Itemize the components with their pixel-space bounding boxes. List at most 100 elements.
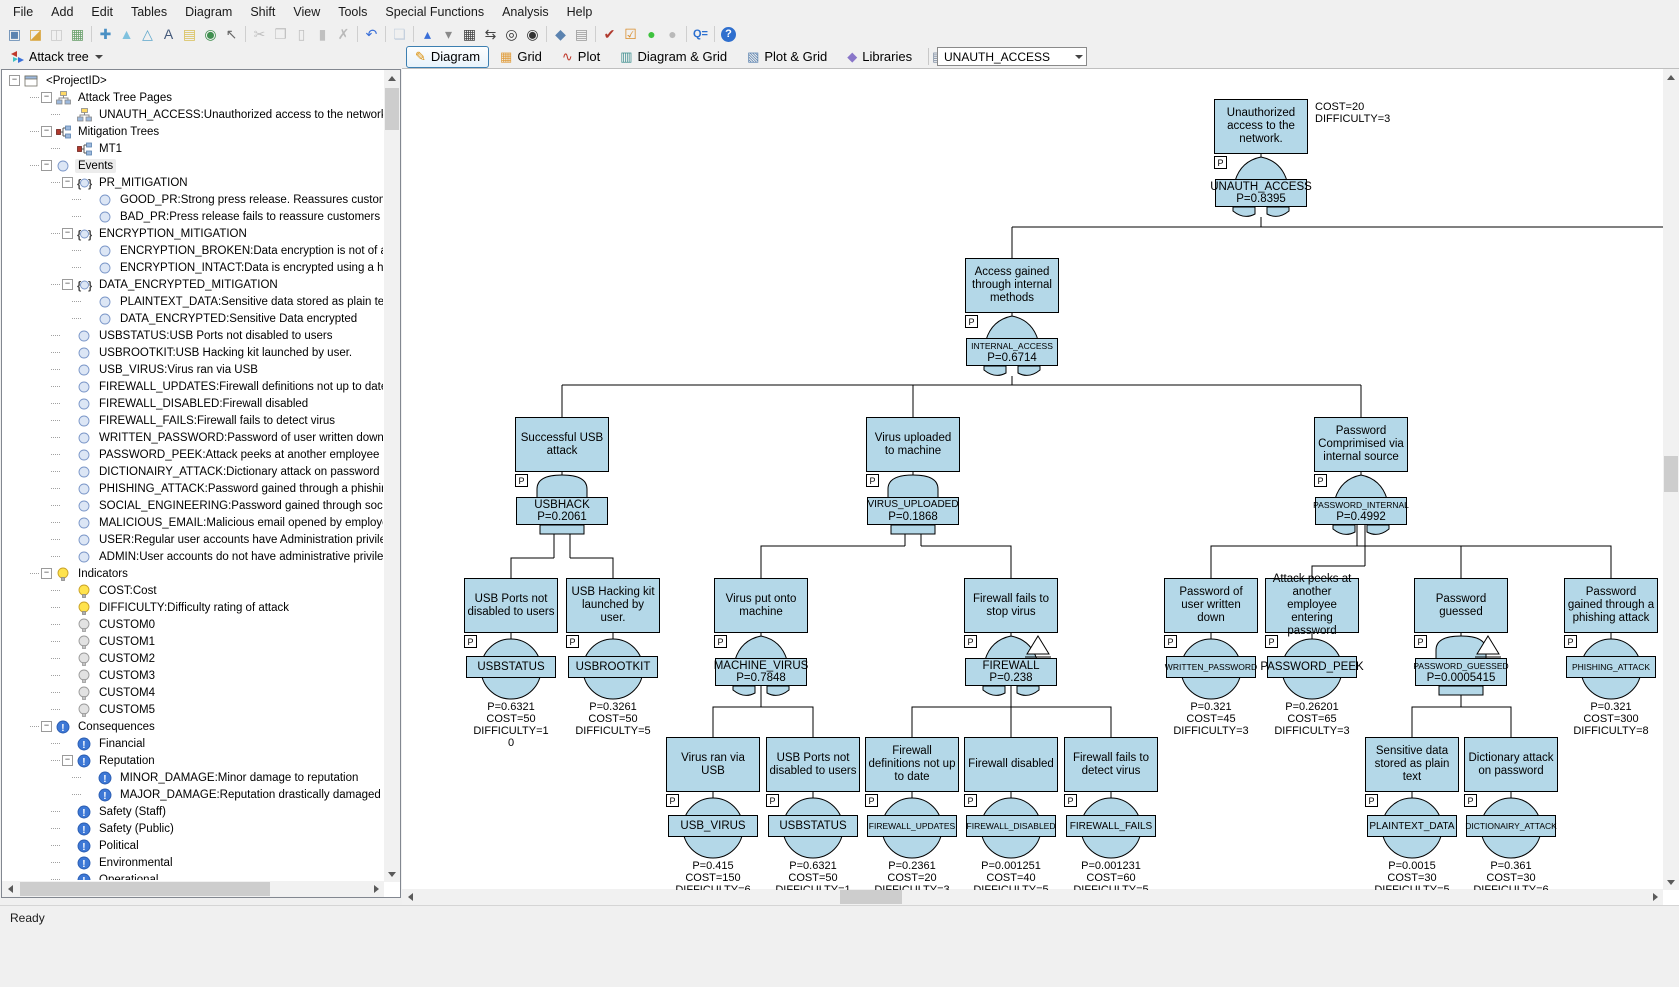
scroll-left-button[interactable] bbox=[2, 881, 18, 897]
scrollbar-thumb[interactable] bbox=[1664, 456, 1678, 492]
scroll-up-button[interactable] bbox=[1663, 69, 1679, 85]
add-or-gate-icon[interactable]: △ bbox=[137, 24, 158, 44]
p-indicator-WRITTEN_PASSWORD[interactable]: P bbox=[1164, 635, 1177, 648]
collapse-toggle-icon[interactable]: − bbox=[41, 126, 52, 137]
scroll-left-button[interactable] bbox=[402, 889, 418, 905]
tree-item-data-encrypted[interactable]: DATA_ENCRYPTED:Sensitive Data encrypted bbox=[3, 310, 383, 327]
tree-item-bad-pr[interactable]: BAD_PR:Press release fails to reassure c… bbox=[3, 208, 383, 225]
scrollbar-thumb[interactable] bbox=[840, 890, 902, 904]
menu-view[interactable]: View bbox=[284, 2, 329, 22]
table-grid-icon[interactable]: ▦ bbox=[459, 24, 480, 44]
menu-diagram[interactable]: Diagram bbox=[176, 2, 241, 22]
node-desc-INTERNAL_ACCESS[interactable]: Access gained through internal methods bbox=[965, 258, 1059, 313]
node-desc-FIREWALL_DISABLED[interactable]: Firewall disabled bbox=[964, 737, 1058, 792]
event-label-USBSTATUS_1[interactable]: USBSTATUS bbox=[466, 656, 556, 678]
tab-grid[interactable]: ▦Grid bbox=[491, 46, 551, 68]
gray-pin-icon[interactable]: ● bbox=[662, 24, 683, 44]
node-desc-PLAINTEXT_DATA[interactable]: Sensitive data stored as plain text bbox=[1365, 737, 1459, 792]
p-indicator-INTERNAL_ACCESS[interactable]: P bbox=[965, 315, 978, 328]
attack-tree-canvas[interactable]: Unauthorized access to the network. P UNAU… bbox=[402, 69, 1663, 890]
tree-item-major-damage[interactable]: !MAJOR_DAMAGE:Reputation drastically dam… bbox=[3, 786, 383, 803]
gate-label-UNAUTH_ACCESS[interactable]: UNAUTH_ACCESSP=0.8395 bbox=[1215, 179, 1307, 207]
tree-item-firewall-fails[interactable]: FIREWALL_FAILS:Firewall fails to detect … bbox=[3, 412, 383, 429]
tree-item-mt1[interactable]: MT1 bbox=[3, 140, 383, 157]
tree-item-password-peek[interactable]: PASSWORD_PEEK:Attack peeks at another em… bbox=[3, 446, 383, 463]
tree-item-encryption-mitigation[interactable]: −{}ENCRYPTION_MITIGATION bbox=[3, 225, 383, 242]
tree-item-cost[interactable]: COST:Cost bbox=[3, 582, 383, 599]
menu-add[interactable]: Add bbox=[42, 2, 82, 22]
node-desc-FIREWALL[interactable]: Firewall fails to stop virus bbox=[964, 578, 1058, 633]
tree-item--projectid-[interactable]: −<ProjectID> bbox=[3, 72, 383, 89]
tree-item-reputation[interactable]: −!Reputation bbox=[3, 752, 383, 769]
align-bottom-icon[interactable]: ▾ bbox=[438, 24, 459, 44]
p-indicator-DICTIONAIRY_ATTACK[interactable]: P bbox=[1464, 794, 1477, 807]
memo-icon[interactable]: ▤ bbox=[571, 24, 592, 44]
combo-dropdown-button[interactable] bbox=[1070, 48, 1086, 65]
tree-item-difficulty[interactable]: DIFFICULTY:Difficulty rating of attack bbox=[3, 599, 383, 616]
tree-item-custom2[interactable]: CUSTOM2 bbox=[3, 650, 383, 667]
tree-item-custom0[interactable]: CUSTOM0 bbox=[3, 616, 383, 633]
menu-edit[interactable]: Edit bbox=[82, 2, 122, 22]
collapse-toggle-icon[interactable]: − bbox=[62, 279, 73, 290]
tree-item-environmental[interactable]: !Environmental bbox=[3, 854, 383, 871]
tree-item-safety-staff-[interactable]: !Safety (Staff) bbox=[3, 803, 383, 820]
tree-item-unauth-access[interactable]: UNAUTH_ACCESS:Unauthorized access to the… bbox=[3, 106, 383, 123]
tree-item-custom1[interactable]: CUSTOM1 bbox=[3, 633, 383, 650]
tree-item-plaintext-data[interactable]: PLAINTEXT_DATA:Sensitive data stored as … bbox=[3, 293, 383, 310]
style-icon[interactable]: ◆ bbox=[550, 24, 571, 44]
p-indicator-MACHINE_VIRUS[interactable]: P bbox=[714, 635, 727, 648]
p-indicator-FIREWALL_DISABLED[interactable]: P bbox=[964, 794, 977, 807]
tree-item-firewall-updates[interactable]: FIREWALL_UPDATES:Firewall definitions no… bbox=[3, 378, 383, 395]
node-desc-PASSWORD_GUESSED[interactable]: Password guessed bbox=[1414, 578, 1508, 633]
menu-tables[interactable]: Tables bbox=[122, 2, 176, 22]
node-desc-FIREWALL_FAILS[interactable]: Firewall fails to detect virus bbox=[1064, 737, 1158, 792]
image-icon[interactable]: ▦ bbox=[67, 24, 88, 44]
node-desc-USB_VIRUS[interactable]: Virus ran via USB bbox=[666, 737, 760, 792]
scroll-down-button[interactable] bbox=[384, 866, 400, 882]
event-label-USBSTATUS_2[interactable]: USBSTATUS bbox=[768, 815, 858, 837]
tree-item-operational[interactable]: !Operational bbox=[3, 871, 383, 880]
p-indicator-PHISHING_ATTACK[interactable]: P bbox=[1564, 635, 1577, 648]
collapse-toggle-icon[interactable]: − bbox=[9, 75, 20, 86]
menu-shift[interactable]: Shift bbox=[241, 2, 284, 22]
green-pin-icon[interactable]: ● bbox=[641, 24, 662, 44]
p-indicator-PASSWORD_INTERNAL[interactable]: P bbox=[1314, 474, 1327, 487]
collapse-toggle-icon[interactable]: − bbox=[41, 160, 52, 171]
tree-item-firewall-disabled[interactable]: FIREWALL_DISABLED:Firewall disabled bbox=[3, 395, 383, 412]
event-label-WRITTEN_PASSWORD[interactable]: WRITTEN_PASSWORD bbox=[1166, 656, 1256, 678]
scrollbar-thumb[interactable] bbox=[385, 88, 399, 130]
tab-diagram[interactable]: ✎Diagram bbox=[406, 46, 489, 68]
node-desc-UNAUTH_ACCESS[interactable]: Unauthorized access to the network. bbox=[1214, 99, 1308, 154]
node-desc-USBSTATUS_1[interactable]: USB Ports not disabled to users bbox=[464, 578, 558, 633]
tree-item-usbrootkit[interactable]: USBROOTKIT:USB Hacking kit launched by u… bbox=[3, 344, 383, 361]
menu-tools[interactable]: Tools bbox=[329, 2, 376, 22]
p-indicator-USBSTATUS_2[interactable]: P bbox=[766, 794, 779, 807]
binoculars-icon[interactable]: ◎ bbox=[501, 24, 522, 44]
tree-item-minor-damage[interactable]: !MINOR_DAMAGE:Minor damage to reputation bbox=[3, 769, 383, 786]
tree-item-admin[interactable]: ADMIN:User accounts do not have administ… bbox=[3, 548, 383, 565]
gate-label-PASSWORD_INTERNAL[interactable]: PASSWORD_INTERNALP=0.4992 bbox=[1315, 497, 1407, 525]
tree-item-events[interactable]: −Events bbox=[3, 157, 383, 174]
binoculars-find-icon[interactable]: ◉ bbox=[522, 24, 543, 44]
tab-libraries[interactable]: ◆Libraries bbox=[838, 46, 921, 68]
diagram-horizontal-scrollbar[interactable] bbox=[402, 889, 1663, 905]
tree-item-usbstatus[interactable]: USBSTATUS:USB Ports not disabled to user… bbox=[3, 327, 383, 344]
globe-edit-icon[interactable]: ◉ bbox=[200, 24, 221, 44]
p-indicator-FIREWALL_FAILS[interactable]: P bbox=[1064, 794, 1077, 807]
tab-plot-grid[interactable]: ▧Plot & Grid bbox=[738, 46, 836, 68]
undo-icon[interactable]: ↶ bbox=[361, 24, 382, 44]
event-label-PHISHING_ATTACK[interactable]: PHISHING_ATTACK bbox=[1566, 656, 1656, 678]
add-event-icon[interactable]: ✚ bbox=[95, 24, 116, 44]
scroll-up-button[interactable] bbox=[384, 70, 400, 86]
sidebar-vertical-scrollbar[interactable] bbox=[384, 70, 400, 882]
query-icon[interactable]: Q= bbox=[690, 24, 711, 44]
collapse-toggle-icon[interactable]: − bbox=[62, 755, 73, 766]
p-indicator-UNAUTH_ACCESS[interactable]: P bbox=[1214, 156, 1227, 169]
spell-check-icon[interactable]: ✔ bbox=[599, 24, 620, 44]
gate-label-FIREWALL[interactable]: FIREWALLP=0.238 bbox=[965, 658, 1057, 686]
tree-item-usb-virus[interactable]: USB_VIRUS:Virus ran via USB bbox=[3, 361, 383, 378]
node-desc-DICTIONAIRY_ATTACK[interactable]: Dictionary attack on password bbox=[1464, 737, 1558, 792]
p-indicator-USBROOTKIT[interactable]: P bbox=[566, 635, 579, 648]
page-selector-combo[interactable]: UNAUTH_ACCESS bbox=[937, 47, 1087, 66]
fit-width-icon[interactable]: ⇆ bbox=[480, 24, 501, 44]
